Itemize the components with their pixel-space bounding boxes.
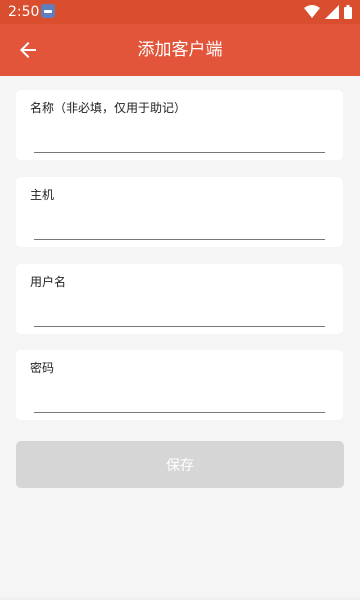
- field-card-name: 名称（非必填，仅用于助记）: [16, 90, 343, 160]
- name-field-label: 名称（非必填，仅用于助记）: [30, 101, 187, 115]
- page-title: 添加客户端: [137, 40, 223, 60]
- field-card-username: 用户名: [16, 264, 343, 334]
- signal-icon: [325, 5, 339, 19]
- status-icons: [304, 4, 352, 20]
- notification-icon: [41, 4, 55, 18]
- username-input[interactable]: [34, 298, 325, 327]
- battery-icon: [344, 5, 352, 19]
- save-button[interactable]: 保存: [16, 441, 344, 488]
- app-bar: 添加客户端: [0, 24, 360, 76]
- field-card-password: 密码: [16, 350, 343, 420]
- host-field-label: 主机: [30, 188, 55, 202]
- status-bar: 2:50: [0, 0, 360, 24]
- field-card-host: 主机: [16, 177, 343, 247]
- status-time: 2:50: [8, 4, 40, 20]
- username-field-label: 用户名: [30, 275, 67, 289]
- host-input[interactable]: [34, 211, 325, 240]
- name-input[interactable]: [34, 124, 325, 153]
- wifi-icon: [304, 5, 320, 18]
- password-field-label: 密码: [30, 361, 55, 375]
- password-input[interactable]: [34, 384, 325, 413]
